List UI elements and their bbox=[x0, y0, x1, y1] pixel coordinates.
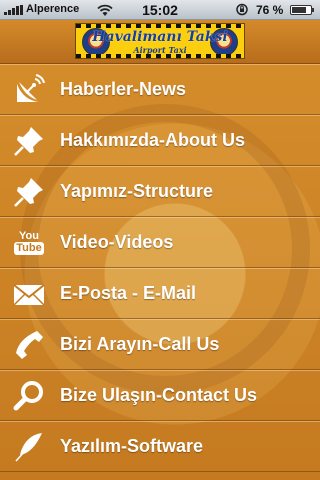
menu-item-about-us[interactable]: Hakkımızda-About Us bbox=[0, 115, 320, 166]
menu-item-news[interactable]: Haberler-News bbox=[0, 64, 320, 115]
menu-item-software[interactable]: Yazılım-Software bbox=[0, 421, 320, 472]
app-logo: Havalimanı Taksi Airport Taxi bbox=[75, 23, 245, 59]
menu-item-label: Yapımız-Structure bbox=[60, 181, 214, 201]
menu-item-call-us[interactable]: Bizi Arayın-Call Us bbox=[0, 319, 320, 370]
status-bar: Alperence 15:02 76 % bbox=[0, 0, 320, 20]
menu-item-label: Yazılım-Software bbox=[60, 436, 204, 456]
battery-icon bbox=[290, 5, 314, 15]
menu-item-label: Haberler-News bbox=[60, 79, 187, 99]
logo-checker-top bbox=[76, 24, 244, 28]
menu-item-structure[interactable]: Yapımız-Structure bbox=[0, 166, 320, 217]
youtube-logo: You Tube bbox=[14, 228, 44, 258]
rotation-lock-icon bbox=[236, 3, 248, 16]
battery-level-fill bbox=[292, 7, 306, 13]
youtube-logo-text-top: You bbox=[19, 230, 39, 242]
youtube-icon: You Tube bbox=[12, 226, 46, 260]
menu-item-label: E-Posta - E-Mail bbox=[60, 283, 197, 303]
menu-item-label: Hakkımızda-About Us bbox=[60, 130, 246, 150]
logo-title: Havalimanı Taksi bbox=[92, 29, 228, 45]
menu-item-label: Video-Videos bbox=[60, 232, 174, 252]
menu-item-contact-us[interactable]: Bize Ulaşın-Contact Us bbox=[0, 370, 320, 421]
menu-item-email[interactable]: E-Posta - E-Mail bbox=[0, 268, 320, 319]
envelope-icon bbox=[12, 277, 46, 311]
app-header: Havalimanı Taksi Airport Taxi bbox=[0, 20, 320, 64]
battery-percent: 76 % bbox=[256, 3, 284, 17]
menu-item-label: Bize Ulaşın-Contact Us bbox=[60, 385, 258, 405]
main-menu: Haberler-News Hakkımızda-About Us Yapımı… bbox=[0, 64, 320, 480]
satellite-dish-icon bbox=[12, 73, 46, 107]
youtube-logo-text-bottom: Tube bbox=[14, 242, 44, 255]
menu-item-videos[interactable]: You Tube Video-Videos bbox=[0, 217, 320, 268]
app-screen: Alperence 15:02 76 % Havalimanı Taksi Ai… bbox=[0, 0, 320, 480]
magnifier-icon bbox=[12, 379, 46, 413]
pushpin-icon bbox=[12, 175, 46, 209]
feather-icon bbox=[12, 430, 46, 464]
logo-checker-bottom bbox=[76, 54, 244, 58]
phone-icon bbox=[12, 328, 46, 362]
menu-item-label: Bizi Arayın-Call Us bbox=[60, 334, 220, 354]
pushpin-icon bbox=[12, 124, 46, 158]
